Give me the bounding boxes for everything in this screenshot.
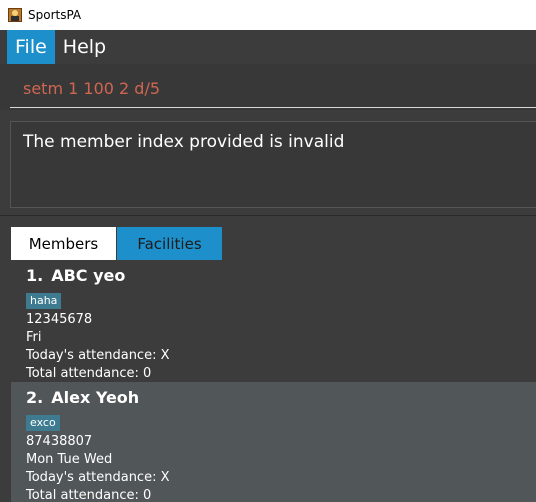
member-card[interactable]: 2. Alex Yeoh exco 87438807 Mon Tue Wed T… xyxy=(11,382,536,502)
member-card[interactable]: 1. ABC yeo haha 12345678 Fri Today's att… xyxy=(11,260,536,382)
member-phone: 87438807 xyxy=(26,434,93,449)
menu-bar: File Help xyxy=(0,30,536,64)
member-name: Alex Yeoh xyxy=(51,388,140,407)
member-today-attendance: Today's attendance: X xyxy=(26,470,170,485)
title-bar: SportsPA xyxy=(0,0,536,30)
member-days: Mon Tue Wed xyxy=(26,452,113,467)
member-total-attendance: Total attendance: 0 xyxy=(26,366,152,381)
command-box: setm 1 100 2 d/5 xyxy=(0,64,536,110)
menu-file[interactable]: File xyxy=(7,30,55,64)
tab-bar: Members Facilities xyxy=(0,215,536,261)
member-tag: exco xyxy=(26,415,60,431)
command-input[interactable]: setm 1 100 2 d/5 xyxy=(10,70,536,108)
member-today-attendance: Today's attendance: X xyxy=(26,348,170,363)
member-list[interactable]: 1. ABC yeo haha 12345678 Fri Today's att… xyxy=(11,260,536,502)
tab-members[interactable]: Members xyxy=(11,227,116,261)
member-index: 1. xyxy=(26,266,44,285)
member-name-row: 2. Alex Yeoh xyxy=(26,388,536,409)
member-total-attendance: Total attendance: 0 xyxy=(26,488,152,502)
window-title: SportsPA xyxy=(28,8,82,22)
member-tag: haha xyxy=(26,293,62,309)
result-display: The member index provided is invalid xyxy=(10,121,536,208)
menu-help[interactable]: Help xyxy=(55,30,114,64)
member-phone: 12345678 xyxy=(26,312,93,327)
member-days: Fri xyxy=(26,330,42,345)
member-name: ABC yeo xyxy=(51,266,126,285)
member-index: 2. xyxy=(26,388,44,407)
app-icon xyxy=(8,8,22,22)
tab-facilities[interactable]: Facilities xyxy=(117,227,222,261)
member-name-row: 1. ABC yeo xyxy=(26,266,536,287)
